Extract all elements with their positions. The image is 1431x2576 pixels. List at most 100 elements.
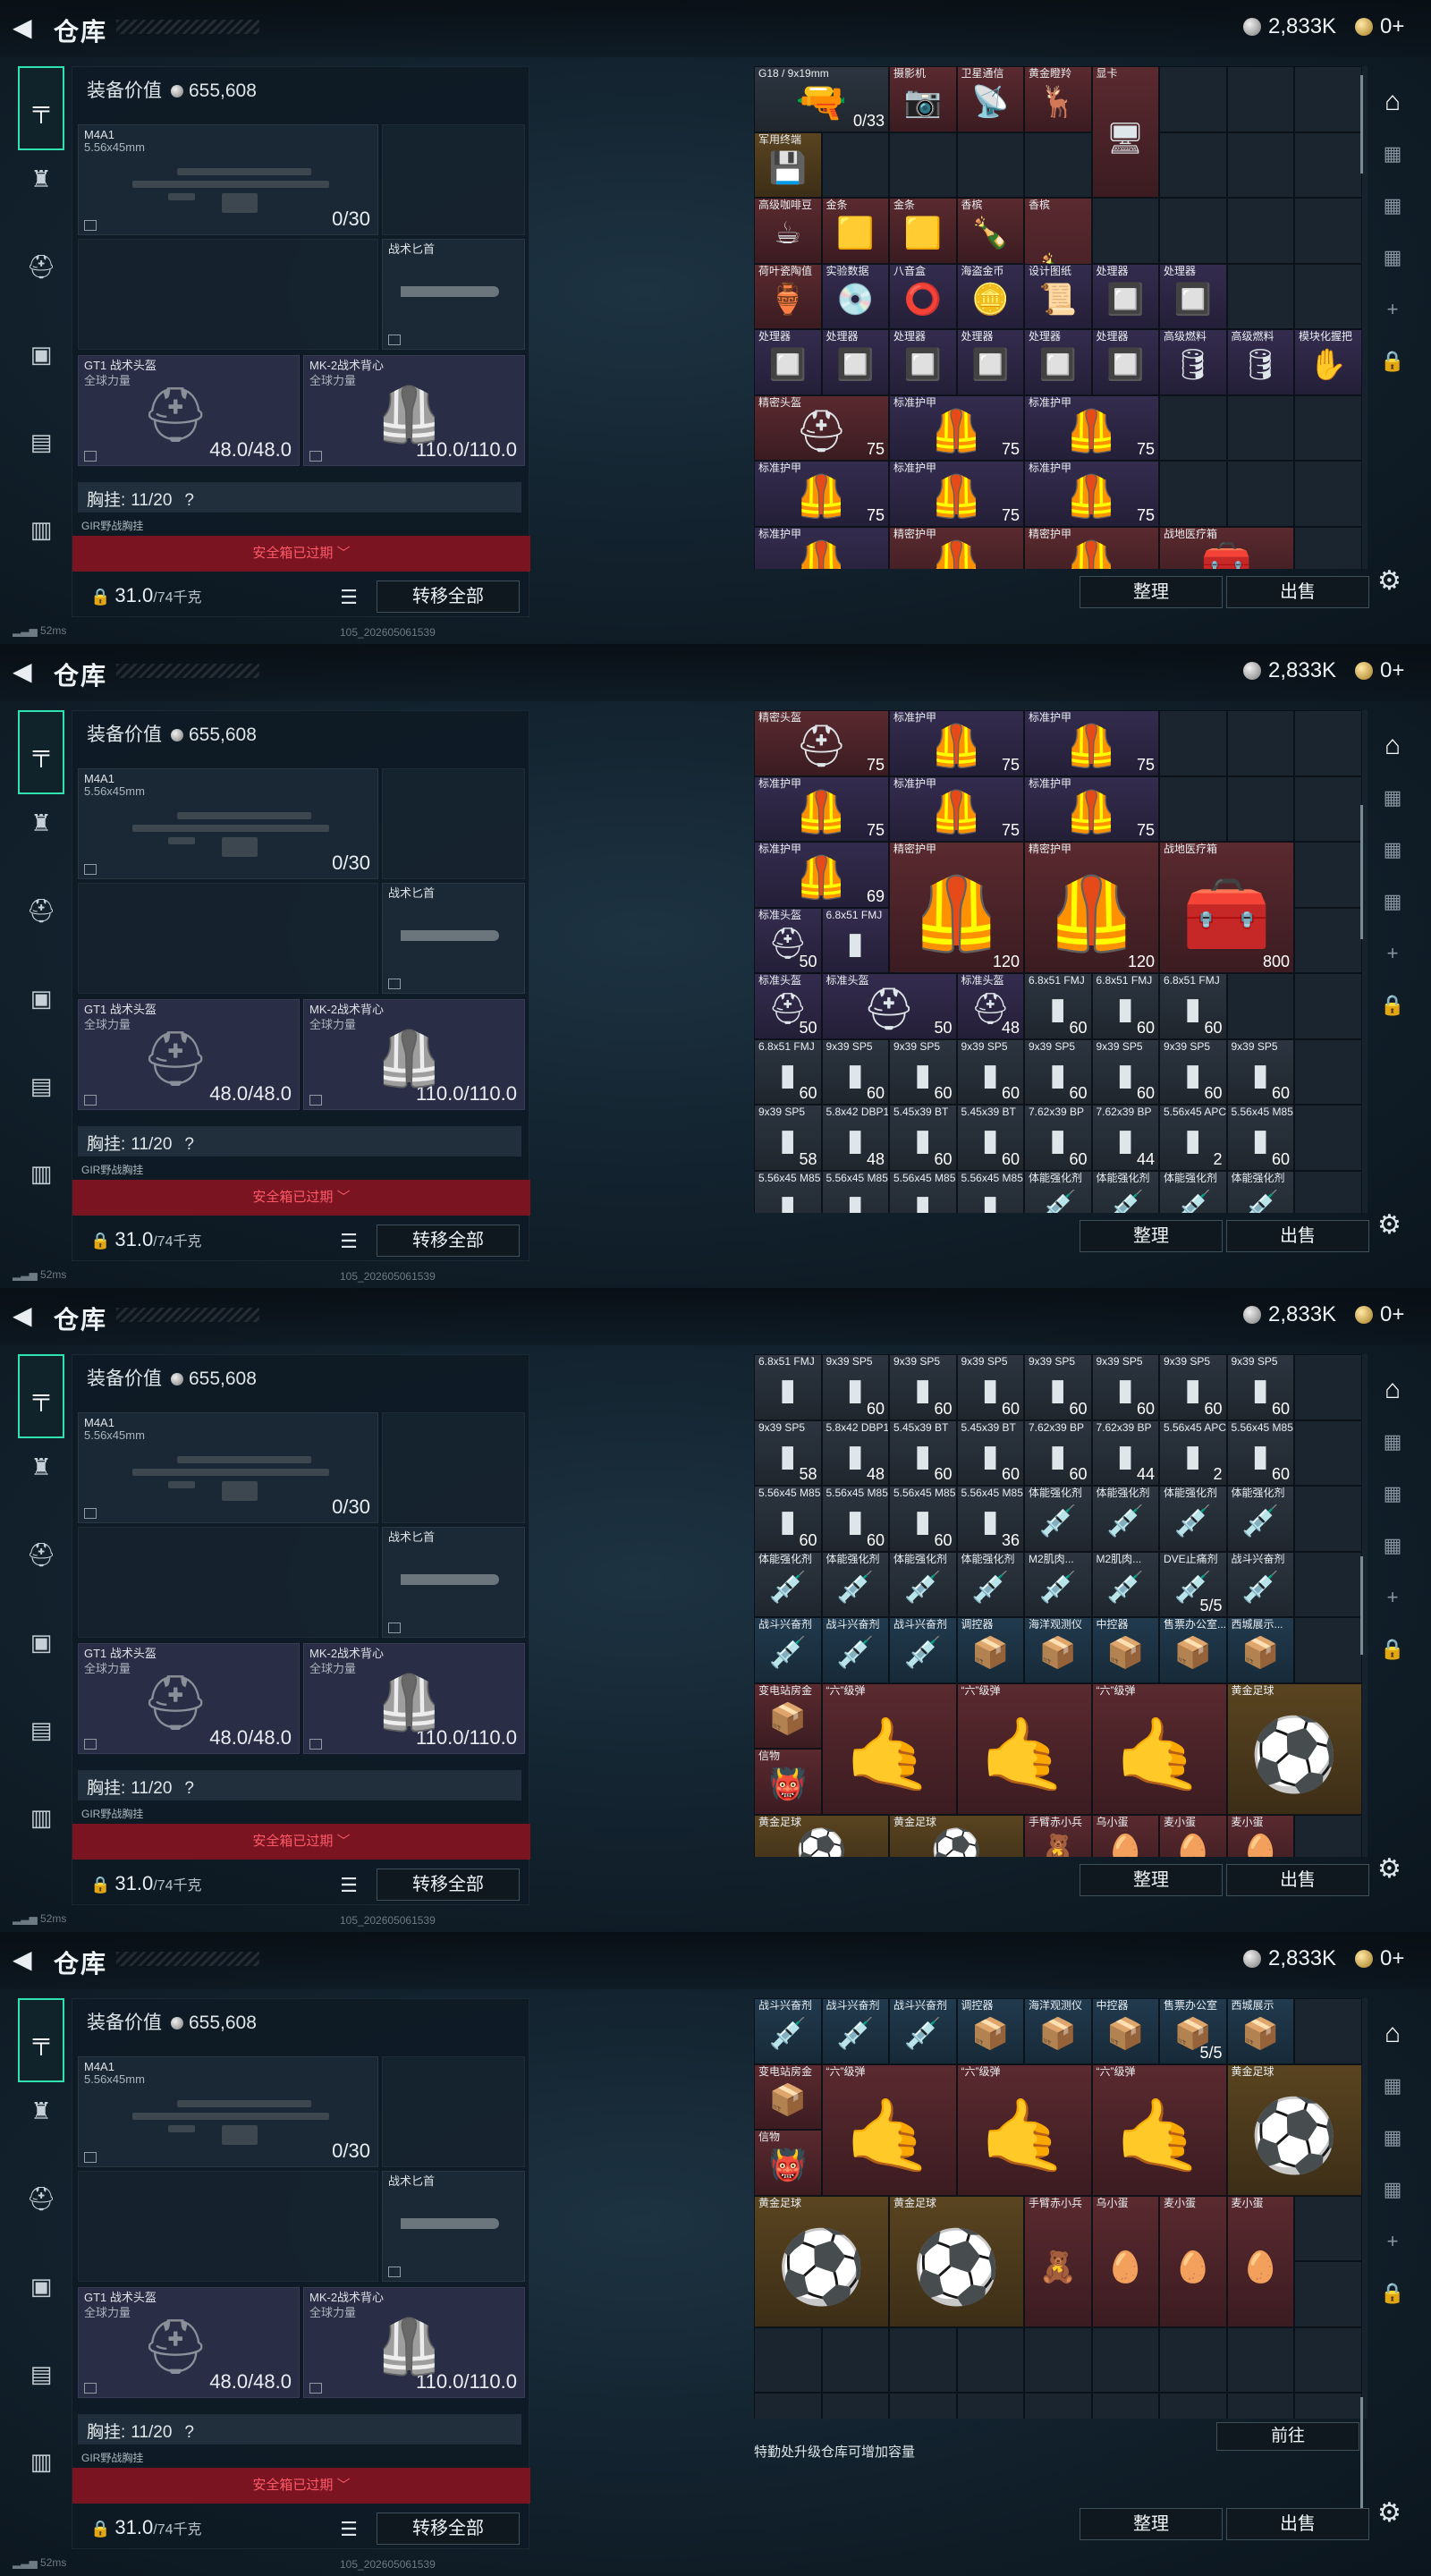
- stash-item[interactable]: 5.56x45 M855A1 ▮60: [1226, 1105, 1294, 1171]
- stash-item[interactable]: 5.8x42 DBP10 ▮ 48: [821, 1105, 889, 1171]
- stash-item[interactable]: “六”级弹 🤙: [1091, 2063, 1227, 2196]
- stash-item[interactable]: 标准护甲 🦺 75: [889, 710, 1024, 776]
- stash-item[interactable]: 5.56x45 M855A1 ▮60: [1226, 1419, 1294, 1486]
- silver-currency[interactable]: 2,833K: [1243, 14, 1336, 39]
- stash-item[interactable]: “六”级弹 🤙: [1091, 1682, 1227, 1815]
- list-icon[interactable]: ☰: [337, 2518, 360, 2540]
- stash-item[interactable]: 9x39 SP5 ▮ 60: [1159, 1354, 1227, 1420]
- chest-rig-row[interactable]: 胸挂: 11/20?: [78, 1770, 521, 1801]
- sidearm-slot[interactable]: [382, 124, 525, 235]
- stash-item[interactable]: 麦小蛋 🥚: [1226, 1814, 1294, 1857]
- lock-button[interactable]: 🔒: [1370, 1630, 1415, 1669]
- warehouse-button[interactable]: ⌂: [1370, 82, 1415, 122]
- stash-item[interactable]: 5.56x45 M855A1 ▮60: [821, 1486, 889, 1552]
- rig-tab[interactable]: ▤: [18, 1707, 64, 1753]
- armor-tab[interactable]: ♜: [18, 1444, 64, 1490]
- stash-item[interactable]: 海盗金币 🪙: [956, 263, 1024, 329]
- silver-currency[interactable]: 2,833K: [1243, 1946, 1336, 1971]
- stash-item[interactable]: 处理器 🔲: [821, 329, 889, 395]
- helmet-tab[interactable]: ⛑: [18, 2175, 64, 2222]
- stash-item[interactable]: 标准护甲 🦺 75: [889, 394, 1024, 461]
- lock-button[interactable]: 🔒: [1370, 2274, 1415, 2313]
- gear-icon[interactable]: ⚙: [1377, 2497, 1401, 2529]
- helmet-tab[interactable]: ⛑: [18, 243, 64, 290]
- sell-button[interactable]: 出售: [1226, 2508, 1369, 2540]
- stash-item[interactable]: 西城展示... 📦: [1226, 1617, 1294, 1683]
- tab-1-button[interactable]: ▦: [1370, 1422, 1415, 1462]
- primary-weapon-slot[interactable]: M4A1 5.56x45mm 0/30: [78, 768, 378, 879]
- stash-item[interactable]: 5.8x42 DBP10 ▮ 48: [821, 1419, 889, 1486]
- armor-tab[interactable]: ♜: [18, 2088, 64, 2134]
- case-tab[interactable]: ▥: [18, 1150, 64, 1197]
- stash-item[interactable]: 5.56x45 M855A1 ▮36: [956, 1486, 1024, 1552]
- stash-item[interactable]: 战斗兴奋剂 💉: [1226, 1551, 1294, 1617]
- lock-button[interactable]: 🔒: [1370, 986, 1415, 1025]
- stash-scrollbar[interactable]: [1360, 805, 1363, 939]
- tab-1-button[interactable]: ▦: [1370, 134, 1415, 174]
- list-icon[interactable]: ☰: [337, 1874, 360, 1896]
- silver-currency[interactable]: 2,833K: [1243, 658, 1336, 683]
- gold-currency[interactable]: 0+: [1355, 658, 1404, 683]
- sort-button[interactable]: 整理: [1080, 2508, 1223, 2540]
- stash-item[interactable]: 金条 🟨: [821, 198, 889, 264]
- stash-item[interactable]: 体能强化剂 💉: [1226, 1170, 1294, 1213]
- stash-item[interactable]: 5.56x45 APC ▮ 2: [1159, 1419, 1227, 1486]
- tab-2-button[interactable]: ▦: [1370, 2118, 1415, 2157]
- rig-tab[interactable]: ▤: [18, 1063, 64, 1109]
- stash-item[interactable]: 5.45x39 BT ▮ 60: [956, 1105, 1024, 1171]
- tab-3-button[interactable]: ▦: [1370, 1526, 1415, 1565]
- stash-item[interactable]: 精密护甲 🦺: [889, 526, 1024, 569]
- stash-item[interactable]: 战斗兴奋剂 💉: [889, 1617, 957, 1683]
- stash-item[interactable]: 战斗兴奋剂 💉: [821, 1998, 889, 2064]
- stash-item[interactable]: 标准护甲 🦺 75: [1024, 710, 1159, 776]
- stash-item[interactable]: 7.62x39 BP ▮ 44: [1091, 1419, 1159, 1486]
- stash-item[interactable]: 中控器 📦: [1091, 1617, 1159, 1683]
- stash-item[interactable]: 模块化握把 ✋: [1294, 329, 1362, 395]
- stash-item[interactable]: 9x39 SP5 ▮ 60: [821, 1354, 889, 1420]
- primary-weapon-slot[interactable]: M4A1 5.56x45mm 0/30: [78, 124, 378, 235]
- stash-item[interactable]: 5.45x39 BT ▮ 60: [889, 1419, 957, 1486]
- gold-currency[interactable]: 0+: [1355, 14, 1404, 39]
- stash-item[interactable]: 9x39 SP5 ▮ 60: [889, 1038, 957, 1105]
- backpack-tab[interactable]: ▣: [18, 331, 64, 377]
- stash-item[interactable]: 标准护甲 🦺 75: [889, 461, 1024, 527]
- stash-item[interactable]: 海洋观测仪 📦: [1024, 1617, 1092, 1683]
- stash-item[interactable]: 精密护甲 🦺: [1024, 526, 1159, 569]
- list-icon[interactable]: ☰: [337, 1230, 360, 1252]
- pistol-tab[interactable]: ╤: [18, 1998, 64, 2082]
- back-icon[interactable]: ◀: [13, 658, 39, 685]
- backpack-tab[interactable]: ▣: [18, 975, 64, 1021]
- armor-slot[interactable]: MK-2战术背心 全球力量 110.0/110.0 🦺: [303, 355, 525, 466]
- goto-button[interactable]: 前往: [1216, 2422, 1359, 2451]
- secondary-weapon-slot[interactable]: [78, 1527, 378, 1638]
- stash-item[interactable]: M2肌肉... 💉: [1091, 1551, 1159, 1617]
- stash-item[interactable]: 黄金瞪羚 🦌: [1024, 66, 1092, 132]
- stash-item[interactable]: 显卡 🖥: [1091, 66, 1159, 198]
- case-tab[interactable]: ▥: [18, 2438, 64, 2485]
- stash-item[interactable]: 处理器 🔲: [1024, 329, 1092, 395]
- chest-rig-row[interactable]: 胸挂: 11/20?: [78, 2414, 521, 2445]
- helmet-tab[interactable]: ⛑: [18, 1531, 64, 1578]
- stash-item[interactable]: 标准护甲 🦺 69: [754, 842, 889, 908]
- back-icon[interactable]: ◀: [13, 1946, 39, 1973]
- tab-2-button[interactable]: ▦: [1370, 186, 1415, 225]
- stash-item[interactable]: 标准护甲 🦺 75: [1024, 461, 1159, 527]
- help-icon[interactable]: ?: [184, 1135, 194, 1154]
- stash-item[interactable]: 黄金足球 ⚽: [754, 1814, 889, 1857]
- stash-item[interactable]: 战地医疗箱 🧰 800: [1159, 842, 1294, 973]
- stash-item[interactable]: 7.62x39 BP ▮ 44: [1091, 1105, 1159, 1171]
- stash-item[interactable]: 处理器 🔲: [1091, 263, 1159, 329]
- stash-item[interactable]: 6.8x51 FMJ ▮ 60: [754, 1038, 822, 1105]
- backpack-tab[interactable]: ▣: [18, 2263, 64, 2309]
- stash-item[interactable]: 体能强化剂 💉: [1091, 1486, 1159, 1552]
- knife-slot[interactable]: 战术匕首: [382, 2171, 525, 2282]
- stash-item[interactable]: 5.45x39 BT ▮ 60: [889, 1105, 957, 1171]
- stash-item[interactable]: 西城展示 📦: [1226, 1998, 1294, 2064]
- stash-item[interactable]: 战斗兴奋剂 💉: [754, 1998, 822, 2064]
- pistol-tab[interactable]: ╤: [18, 1354, 64, 1438]
- stash-item[interactable]: 信物 👹: [754, 2130, 822, 2196]
- stash-item[interactable]: 标准护甲 🦺: [754, 526, 889, 569]
- stash-item[interactable]: 体能强化剂 💉: [1226, 1486, 1294, 1552]
- rig-tab[interactable]: ▤: [18, 419, 64, 465]
- stash-item[interactable]: 精密头盔 ⛑ 75: [754, 710, 889, 776]
